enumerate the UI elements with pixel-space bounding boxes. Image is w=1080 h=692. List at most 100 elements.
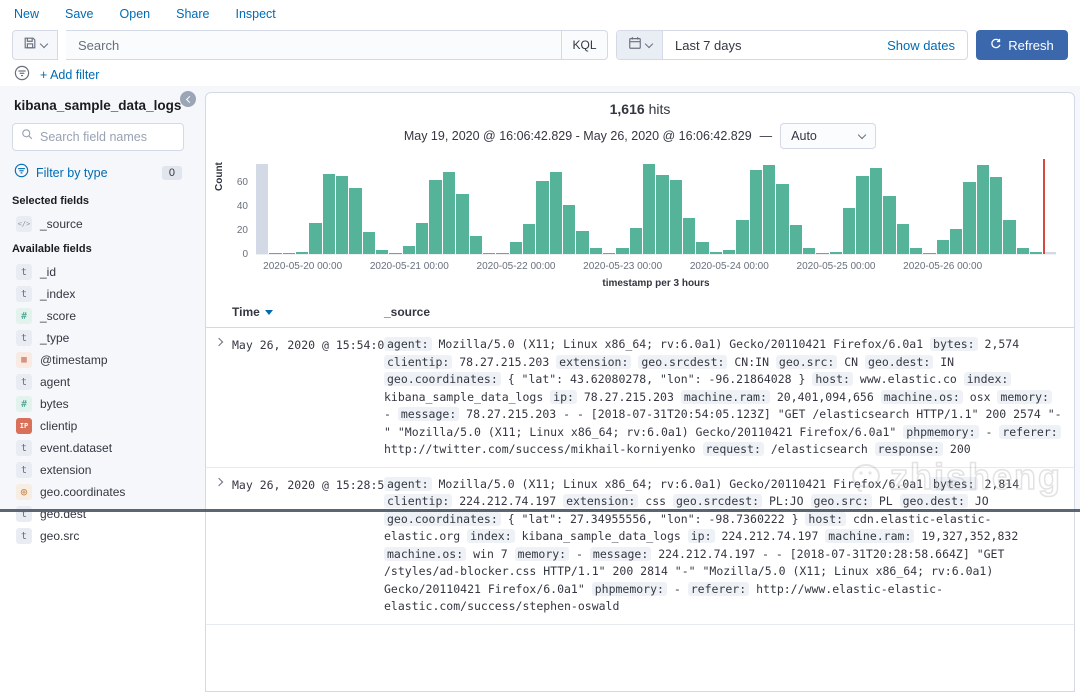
histogram-bar[interactable] <box>656 175 668 254</box>
field-item-geo.coordinates[interactable]: ⊕geo.coordinates <box>12 481 184 503</box>
histogram-bar[interactable] <box>776 184 788 254</box>
histogram-bar[interactable] <box>429 180 441 254</box>
histogram-bar[interactable] <box>710 252 722 254</box>
field-item-event.dataset[interactable]: tevent.dataset <box>12 437 184 459</box>
histogram-bar[interactable] <box>456 194 468 254</box>
expand-row-button[interactable] <box>206 476 232 616</box>
histogram-bar[interactable] <box>950 229 962 254</box>
histogram-bar[interactable] <box>269 253 281 254</box>
histogram-bar[interactable] <box>416 223 428 254</box>
histogram-bar[interactable] <box>803 248 815 254</box>
source-field-name: geo.src: <box>776 355 837 369</box>
histogram-bar[interactable] <box>1017 248 1029 254</box>
histogram-bar[interactable] <box>883 196 895 254</box>
histogram-bar[interactable] <box>336 176 348 254</box>
date-quick-select-button[interactable] <box>617 31 663 59</box>
histogram-bar[interactable] <box>363 232 375 254</box>
field-search-input[interactable] <box>40 130 175 144</box>
filter-settings-icon[interactable] <box>14 65 30 86</box>
show-dates-link[interactable]: Show dates <box>875 38 967 53</box>
histogram-bar[interactable] <box>283 253 295 254</box>
histogram-bar[interactable] <box>683 218 695 254</box>
histogram-bar[interactable] <box>816 253 828 254</box>
histogram-bar[interactable] <box>1043 252 1055 254</box>
histogram-bar[interactable] <box>750 170 762 254</box>
histogram-bar[interactable] <box>790 225 802 254</box>
field-item-geo.dest[interactable]: tgeo.dest <box>12 503 184 525</box>
histogram-bar[interactable] <box>763 165 775 254</box>
index-pattern-switcher[interactable]: kibana_sample_data_logs <box>12 92 184 123</box>
histogram-bar[interactable] <box>990 177 1002 254</box>
histogram-bar[interactable] <box>376 250 388 254</box>
field-item-extension[interactable]: textension <box>12 459 184 481</box>
histogram-bar[interactable] <box>389 253 401 254</box>
histogram-bar[interactable] <box>349 188 361 254</box>
add-filter-button[interactable]: + Add filter <box>40 68 99 82</box>
time-column-header[interactable]: Time <box>232 305 384 319</box>
nav-share[interactable]: Share <box>176 7 209 21</box>
chart-plot-area[interactable] <box>256 159 1056 255</box>
histogram-bar[interactable] <box>550 172 562 254</box>
histogram-bar[interactable] <box>670 180 682 254</box>
histogram-bar[interactable] <box>323 174 335 254</box>
field-item-clientip[interactable]: IPclientip <box>12 415 184 437</box>
histogram-bar[interactable] <box>630 228 642 254</box>
histogram-bar[interactable] <box>843 208 855 254</box>
nav-inspect[interactable]: Inspect <box>235 7 275 21</box>
expand-row-button[interactable] <box>206 336 232 459</box>
saved-query-menu-button[interactable] <box>12 30 58 60</box>
field-item-_type[interactable]: t_type <box>12 327 184 349</box>
refresh-button[interactable]: Refresh <box>976 30 1068 60</box>
histogram-bar[interactable] <box>510 242 522 254</box>
histogram-bar[interactable] <box>856 176 868 254</box>
histogram-bar[interactable] <box>590 248 602 254</box>
histogram-bar[interactable] <box>696 242 708 254</box>
histogram-bar[interactable] <box>470 236 482 254</box>
table-rows: May 26, 2020 @ 15:54:05.123agent: Mozill… <box>206 328 1074 625</box>
histogram-bar[interactable] <box>576 231 588 254</box>
nav-new[interactable]: New <box>14 7 39 21</box>
histogram-bar[interactable] <box>403 246 415 254</box>
histogram-bar[interactable] <box>1003 220 1015 254</box>
histogram-bar[interactable] <box>483 253 495 254</box>
filter-by-type-button[interactable]: Filter by type 0 <box>14 163 182 183</box>
nav-open[interactable]: Open <box>120 7 151 21</box>
histogram-bar[interactable] <box>616 248 628 254</box>
field-item-_id[interactable]: t_id <box>12 261 184 283</box>
histogram-bar[interactable] <box>723 250 735 254</box>
histogram-bar[interactable] <box>523 224 535 254</box>
histogram-chart[interactable]: Count 0204060 2020-05-20 00:002020-05-21… <box>216 159 1056 291</box>
histogram-bar[interactable] <box>309 223 321 254</box>
histogram-bar[interactable] <box>296 252 308 254</box>
interval-select[interactable]: Auto <box>780 123 876 149</box>
histogram-bar[interactable] <box>643 164 655 254</box>
histogram-bar[interactable] <box>897 224 909 254</box>
histogram-bar[interactable] <box>910 248 922 254</box>
histogram-bar[interactable] <box>443 172 455 254</box>
query-language-button[interactable]: KQL <box>561 31 607 59</box>
field-item-@timestamp[interactable]: ▦@timestamp <box>12 349 184 371</box>
histogram-bar[interactable] <box>256 164 268 254</box>
histogram-bar[interactable] <box>923 253 935 254</box>
histogram-bar[interactable] <box>937 240 949 254</box>
histogram-bar[interactable] <box>870 168 882 254</box>
collapse-sidebar-button[interactable] <box>180 91 196 107</box>
field-item-agent[interactable]: tagent <box>12 371 184 393</box>
histogram-bar[interactable] <box>830 252 842 254</box>
histogram-bar[interactable] <box>963 182 975 254</box>
field-item-_source[interactable]: </>_source <box>12 213 184 235</box>
nav-save[interactable]: Save <box>65 7 94 21</box>
search-input[interactable] <box>66 31 561 59</box>
field-item-_index[interactable]: t_index <box>12 283 184 305</box>
histogram-bar[interactable] <box>563 205 575 254</box>
field-item-bytes[interactable]: #bytes <box>12 393 184 415</box>
histogram-bar[interactable] <box>977 165 989 254</box>
histogram-bar[interactable] <box>603 253 615 254</box>
histogram-bar[interactable] <box>496 253 508 254</box>
field-item-_score[interactable]: #_score <box>12 305 184 327</box>
date-range-value[interactable]: Last 7 days <box>663 38 875 53</box>
field-item-geo.src[interactable]: tgeo.src <box>12 525 184 547</box>
histogram-bar[interactable] <box>536 181 548 254</box>
histogram-bar[interactable] <box>1030 252 1042 254</box>
histogram-bar[interactable] <box>736 220 748 254</box>
